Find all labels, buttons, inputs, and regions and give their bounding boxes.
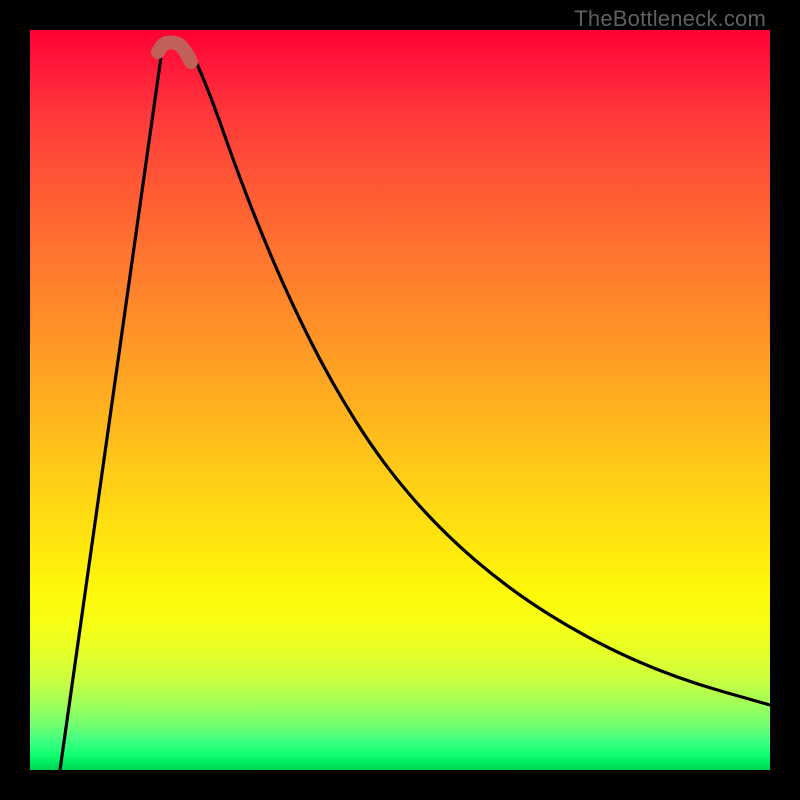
- left-line: [60, 50, 162, 770]
- chart-svg: [30, 30, 770, 770]
- chart-frame: TheBottleneck.com: [0, 0, 800, 800]
- plot-area: [30, 30, 770, 770]
- dip-segment: [158, 43, 191, 63]
- right-curve: [190, 50, 770, 705]
- watermark-text: TheBottleneck.com: [574, 6, 766, 32]
